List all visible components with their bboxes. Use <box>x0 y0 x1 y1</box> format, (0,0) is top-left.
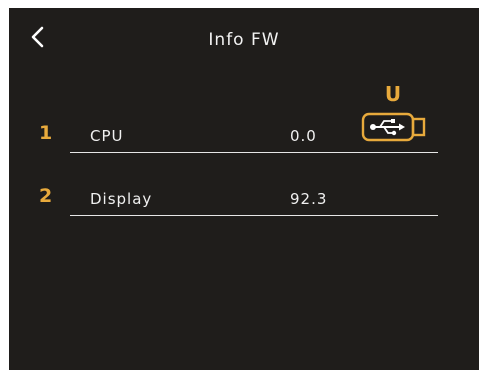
row-label: CPU <box>90 127 124 145</box>
info-fw-screen: Info FW U 1 CPU 0.0 2 Display 92.3 <box>9 8 479 370</box>
info-row-cpu: 1 CPU 0.0 <box>9 122 479 162</box>
row-value: 92.3 <box>290 190 328 208</box>
row-number: 2 <box>39 185 53 207</box>
row-divider <box>70 215 438 216</box>
row-divider <box>70 152 438 153</box>
page-title: Info FW <box>208 30 280 50</box>
row-label: Display <box>90 190 153 208</box>
info-row-display: 2 Display 92.3 <box>9 185 479 225</box>
row-value: 0.0 <box>290 127 317 145</box>
usb-letter: U <box>384 82 402 106</box>
row-number: 1 <box>39 122 53 144</box>
